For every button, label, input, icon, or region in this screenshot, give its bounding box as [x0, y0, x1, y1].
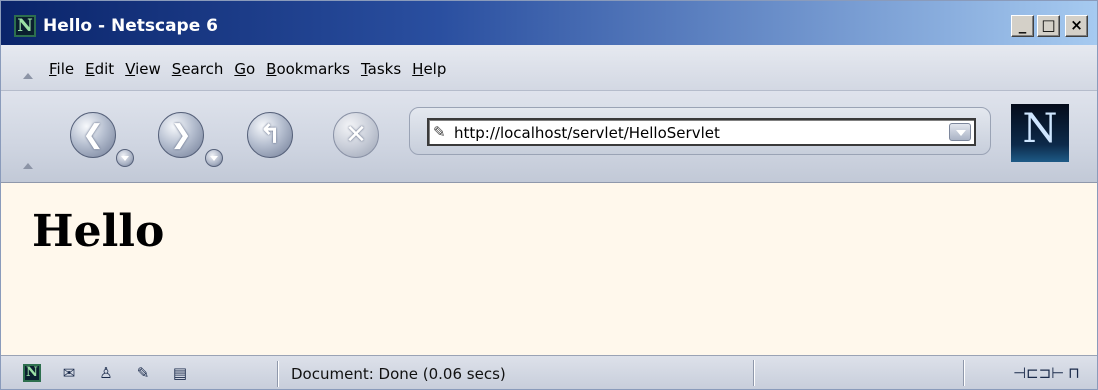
url-field[interactable]: ✎ http://localhost/servlet/HelloServlet — [427, 118, 976, 146]
url-bar: ✎ http://localhost/servlet/HelloServlet — [409, 107, 991, 155]
menu-tasks[interactable]: Tasks — [361, 59, 412, 79]
page-content: Hello — [1, 183, 1097, 355]
minimize-button[interactable]: _ — [1011, 15, 1034, 37]
netscape-icon[interactable]: N — [23, 364, 41, 382]
component-bar: N ✉ ♙ ✎ ▤ — [23, 364, 203, 382]
forward-arrow-icon: ❯ — [170, 120, 192, 150]
menu-file[interactable]: File — [49, 59, 85, 79]
stop-icon: ✕ — [345, 120, 367, 150]
menu-bar: File Edit View Search Go Bookmarks Tasks… — [1, 45, 1097, 91]
toolbar-collapse-grip-icon[interactable] — [23, 163, 33, 169]
browser-window: N Hello - Netscape 6 _ □ × File Edit Vie… — [0, 0, 1098, 390]
maximize-button[interactable]: □ — [1037, 15, 1060, 37]
mail-icon[interactable]: ✉ — [55, 364, 83, 382]
menu-edit[interactable]: Edit — [85, 59, 125, 79]
reload-button[interactable]: ↰ — [247, 112, 293, 158]
menu-help[interactable]: Help — [412, 59, 457, 79]
forward-history-dropdown-icon[interactable] — [205, 149, 223, 167]
window-controls: _ □ × — [1011, 15, 1088, 37]
stop-button[interactable]: ✕ — [333, 112, 379, 158]
menu-bookmarks[interactable]: Bookmarks — [266, 59, 361, 79]
url-history-dropdown-icon[interactable] — [949, 123, 971, 141]
page-heading: Hello — [32, 206, 165, 257]
netscape-logo-icon: N — [1022, 106, 1058, 152]
back-button[interactable]: ❮ — [70, 112, 116, 158]
status-right-icons: ⊣⊏⊐⊢ ⊓ — [1013, 362, 1087, 384]
address-book-icon[interactable]: ▤ — [166, 364, 194, 382]
status-bar: N ✉ ♙ ✎ ▤ Document: Done (0.06 secs) ⊣⊏⊐… — [1, 355, 1097, 389]
back-history-dropdown-icon[interactable] — [116, 149, 134, 167]
status-progress-panel — [753, 360, 755, 386]
netscape-throbber[interactable]: N — [1011, 104, 1069, 162]
close-button[interactable]: × — [1065, 15, 1088, 37]
title-bar[interactable]: N Hello - Netscape 6 _ □ × — [1, 1, 1097, 45]
online-icon[interactable]: ⊣⊏⊐⊢ — [1013, 362, 1064, 384]
menu-view[interactable]: View — [125, 59, 172, 79]
reload-icon: ↰ — [259, 120, 281, 150]
status-divider — [277, 361, 279, 387]
instant-messenger-icon[interactable]: ♙ — [92, 364, 120, 382]
menu-list: File Edit View Search Go Bookmarks Tasks… — [49, 59, 457, 79]
menubar-collapse-grip-icon[interactable] — [23, 73, 33, 79]
netscape-app-icon[interactable]: N — [14, 15, 36, 37]
security-lock-icon[interactable]: ⊓ — [1061, 362, 1087, 384]
status-separator — [963, 360, 965, 386]
status-text: Document: Done (0.06 secs) — [291, 365, 506, 383]
back-arrow-icon: ❮ — [82, 120, 104, 150]
menu-search[interactable]: Search — [172, 59, 235, 79]
composer-icon[interactable]: ✎ — [129, 364, 157, 382]
forward-button[interactable]: ❯ — [158, 112, 204, 158]
page-proxy-icon[interactable]: ✎ — [433, 124, 451, 140]
url-text[interactable]: http://localhost/servlet/HelloServlet — [454, 123, 720, 143]
navigation-toolbar: ❮ ❯ ↰ ✕ ✎ http://localhost/servlet/Hello… — [1, 91, 1097, 183]
menu-go[interactable]: Go — [234, 59, 266, 79]
window-title: Hello - Netscape 6 — [43, 16, 218, 36]
